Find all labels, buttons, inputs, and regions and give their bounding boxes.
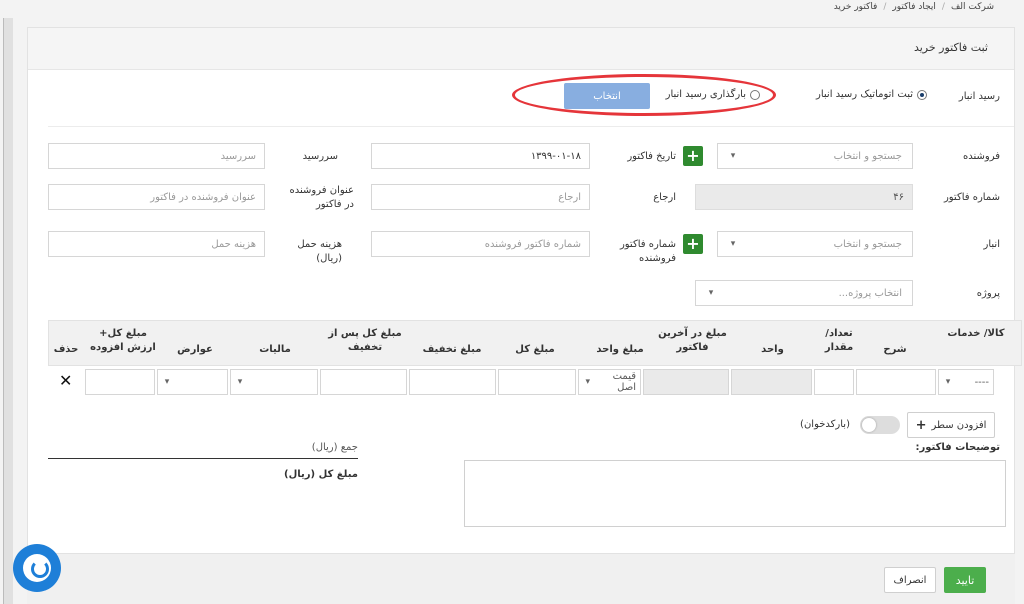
sum-label: جمع (ریال) <box>311 442 358 453</box>
invoice-number-input: ۴۶ <box>695 184 913 210</box>
confirm-button[interactable]: تایید <box>944 567 986 593</box>
supplier-invoice-number-label: شماره فاکتور فروشنده <box>619 239 676 264</box>
notes-textarea[interactable] <box>464 460 1006 527</box>
row-total-vat-input[interactable] <box>85 369 155 395</box>
breadcrumb-separator: / <box>883 2 887 12</box>
row-description-input[interactable] <box>856 369 936 395</box>
breadcrumb-create-invoice[interactable]: ایجاد فاکتور <box>892 2 935 12</box>
supplier-invoice-number-input[interactable]: شماره فاکتور فروشنده <box>371 231 590 257</box>
supplier-title-input[interactable]: عنوان فروشنده در فاکتور <box>48 184 265 210</box>
receipt-label: رسید انبار <box>958 91 1000 102</box>
breadcrumb-separator: / <box>941 2 945 12</box>
add-warehouse-button[interactable]: + <box>683 234 703 254</box>
reference-input[interactable]: ارجاع <box>371 184 590 210</box>
chevron-down-icon: ▾ <box>730 151 736 161</box>
th-quantity: تعداد/ مقدار <box>824 328 854 353</box>
page-title: ثبت فاکتور خرید <box>913 41 988 54</box>
radio-auto-label: ثبت اتوماتیک رسید انبار <box>816 89 913 100</box>
breadcrumb: شرکت الف / ایجاد فاکتور / فاکتور خرید <box>834 2 994 12</box>
th-tax: مالیات <box>259 344 291 355</box>
project-select-text: انتخاب پروژه... <box>838 287 902 299</box>
row-total-input[interactable] <box>498 369 576 395</box>
supplier-select-text: جستجو و انتخاب <box>833 150 902 162</box>
invoice-date-input[interactable]: ۱۳۹۹-۰۱-۱۸ <box>371 143 590 169</box>
supplier-title-label: عنوان فروشنده در فاکتور <box>289 185 354 210</box>
th-total-vat: مبلغ کل+ ارزش افزوده <box>90 328 156 353</box>
row-duties-select[interactable]: ▾ <box>157 369 228 395</box>
breadcrumb-company[interactable]: شرکت الف <box>951 2 994 12</box>
warehouse-select-text: جستجو و انتخاب <box>833 238 902 250</box>
th-total: مبلغ کل <box>515 344 555 355</box>
sum-underline <box>48 458 358 459</box>
invoice-date-label: تاریخ فاکتور <box>627 151 676 162</box>
radio-auto-receipt[interactable]: ثبت اتوماتیک رسید انبار <box>816 89 927 100</box>
th-duties: عوارض <box>177 344 213 355</box>
row-goods-text: ---- <box>974 376 989 388</box>
th-after-discount: مبلغ کل پس از تخفیف <box>328 328 402 353</box>
reference-label: ارجاع <box>653 192 676 203</box>
warehouse-label: انبار <box>983 239 1000 250</box>
shipping-label: هزینه حمل (ریال) <box>297 239 342 264</box>
th-discount: مبلغ تخفیف <box>422 344 482 355</box>
row-discount-input[interactable] <box>409 369 496 395</box>
add-row-label: افزودن سطر <box>931 419 987 431</box>
th-goods: کالا/ خدمات <box>947 328 1005 339</box>
supplier-label: فروشنده <box>962 151 1000 162</box>
plus-icon: + <box>915 417 927 433</box>
footer-bar <box>27 553 1015 604</box>
breadcrumb-purchase-invoice: فاکتور خرید <box>833 2 878 12</box>
toggle-knob <box>862 418 876 432</box>
chevron-down-icon: ▾ <box>708 288 714 298</box>
chevron-down-icon: ▾ <box>945 377 951 387</box>
invoice-number-label: شماره فاکتور <box>943 192 1000 203</box>
divider <box>48 126 1014 127</box>
grand-total-label: مبلغ کل (ریال) <box>284 469 358 480</box>
chevron-down-icon: ▾ <box>237 377 243 387</box>
add-row-button[interactable]: افزودن سطر + <box>907 412 995 438</box>
delete-row-icon[interactable]: ✕ <box>59 371 72 390</box>
row-price-type-text: قیمت اصل <box>612 371 636 393</box>
chevron-down-icon: ▾ <box>585 377 591 387</box>
highlight-ellipse <box>512 74 776 116</box>
row-after-discount-input[interactable] <box>320 369 407 395</box>
shipping-input[interactable]: هزینه حمل <box>48 231 265 257</box>
th-description: شرح <box>883 344 907 355</box>
page: شرکت الف / ایجاد فاکتور / فاکتور خرید ثب… <box>0 0 1024 604</box>
due-label: سررسید <box>302 151 338 162</box>
row-last-price-field <box>643 369 729 395</box>
th-last-price: مبلغ در آخرین فاکتور <box>658 328 727 353</box>
supplier-select[interactable]: جستجو و انتخاب ▾ <box>717 143 913 169</box>
add-supplier-button[interactable]: + <box>683 146 703 166</box>
notes-label: توضیحات فاکتور: <box>915 442 1001 453</box>
warehouse-select[interactable]: جستجو و انتخاب ▾ <box>717 231 913 257</box>
chat-support-icon[interactable] <box>13 544 61 592</box>
row-goods-select[interactable]: ---- ▾ <box>938 369 994 395</box>
cancel-button[interactable]: انصراف <box>884 567 936 593</box>
barcode-label: (بارکدخوان) <box>800 419 850 430</box>
row-unit-field <box>731 369 812 395</box>
chat-logo-icon <box>23 554 51 582</box>
page-scrollbar[interactable] <box>3 18 13 604</box>
panel-header: ثبت فاکتور خرید <box>28 28 1014 70</box>
due-input[interactable]: سررسید <box>48 143 265 169</box>
row-quantity-input[interactable] <box>814 369 854 395</box>
row-tax-select[interactable]: ▾ <box>230 369 318 395</box>
th-unit-price: مبلغ واحد <box>596 344 644 355</box>
th-delete: حذف <box>53 344 79 355</box>
chevron-down-icon: ▾ <box>730 239 736 249</box>
th-unit: واحد <box>761 344 784 355</box>
project-select[interactable]: انتخاب پروژه... ▾ <box>695 280 913 306</box>
barcode-toggle[interactable] <box>860 416 900 434</box>
row-price-type-select[interactable]: قیمت اصل ▾ <box>578 369 641 395</box>
chevron-down-icon: ▾ <box>164 377 170 387</box>
radio-checked-icon <box>917 89 927 100</box>
project-label: پروژه <box>976 288 1000 299</box>
